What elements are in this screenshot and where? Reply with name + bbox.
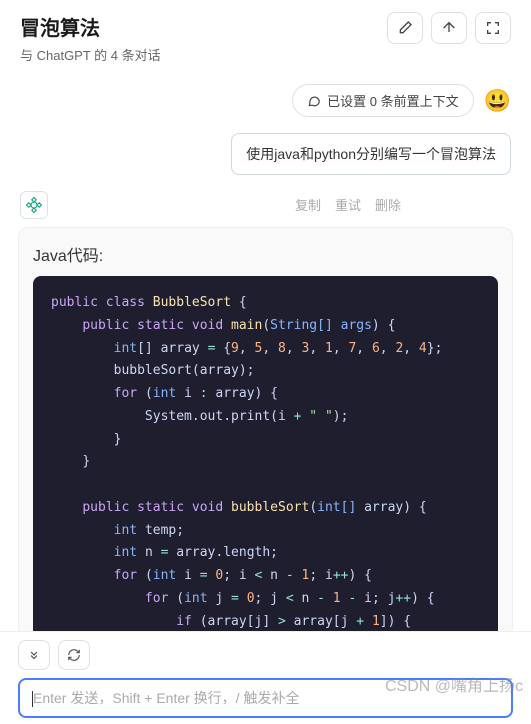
code-block: public class BubbleSort { public static … (33, 276, 498, 637)
answer-card: Java代码: public class BubbleSort { public… (18, 227, 513, 637)
context-pill[interactable]: 已设置 0 条前置上下文 (292, 84, 473, 117)
message-actions: 复制 重试 删除 (295, 195, 401, 214)
message-input[interactable]: Enter 发送，Shift + Enter 换行，/ 触发补全 (18, 678, 513, 718)
refresh-icon (67, 648, 81, 662)
input-placeholder: Enter 发送，Shift + Enter 换行，/ 触发补全 (33, 690, 299, 706)
page-title: 冒泡算法 (20, 12, 161, 41)
share-icon (441, 20, 457, 36)
retry-action[interactable]: 重试 (335, 195, 361, 214)
fullscreen-button[interactable] (475, 12, 511, 44)
context-label: 已设置 0 条前置上下文 (327, 91, 458, 110)
answer-section-title: Java代码: (19, 242, 512, 276)
assistant-avatar (20, 191, 48, 219)
share-button[interactable] (431, 12, 467, 44)
header: 冒泡算法 与 ChatGPT 的 4 条对话 (0, 0, 531, 74)
openai-icon (25, 196, 43, 214)
header-actions (387, 12, 511, 44)
copy-action[interactable]: 复制 (295, 195, 321, 214)
page-subtitle: 与 ChatGPT 的 4 条对话 (20, 45, 161, 64)
bottom-bar: Enter 发送，Shift + Enter 换行，/ 触发补全 (0, 631, 531, 724)
scroll-down-button[interactable] (18, 640, 50, 670)
user-row: 使用java和python分别编写一个冒泡算法 (20, 133, 511, 175)
chevrons-down-icon (27, 648, 41, 662)
expand-icon (485, 20, 501, 36)
bottom-tools (18, 640, 513, 670)
user-message: 使用java和python分别编写一个冒泡算法 (231, 133, 511, 175)
refresh-button[interactable] (58, 640, 90, 670)
smile-emoji: 😃 (484, 88, 511, 114)
speech-icon (307, 94, 321, 108)
assistant-header: 复制 重试 删除 (20, 191, 511, 219)
delete-action[interactable]: 删除 (375, 195, 401, 214)
header-left: 冒泡算法 与 ChatGPT 的 4 条对话 (20, 12, 161, 64)
chat-area: 已设置 0 条前置上下文 😃 使用java和python分别编写一个冒泡算法 复… (0, 74, 531, 219)
edit-button[interactable] (387, 12, 423, 44)
context-row: 已设置 0 条前置上下文 😃 (20, 84, 511, 117)
pencil-icon (397, 20, 413, 36)
